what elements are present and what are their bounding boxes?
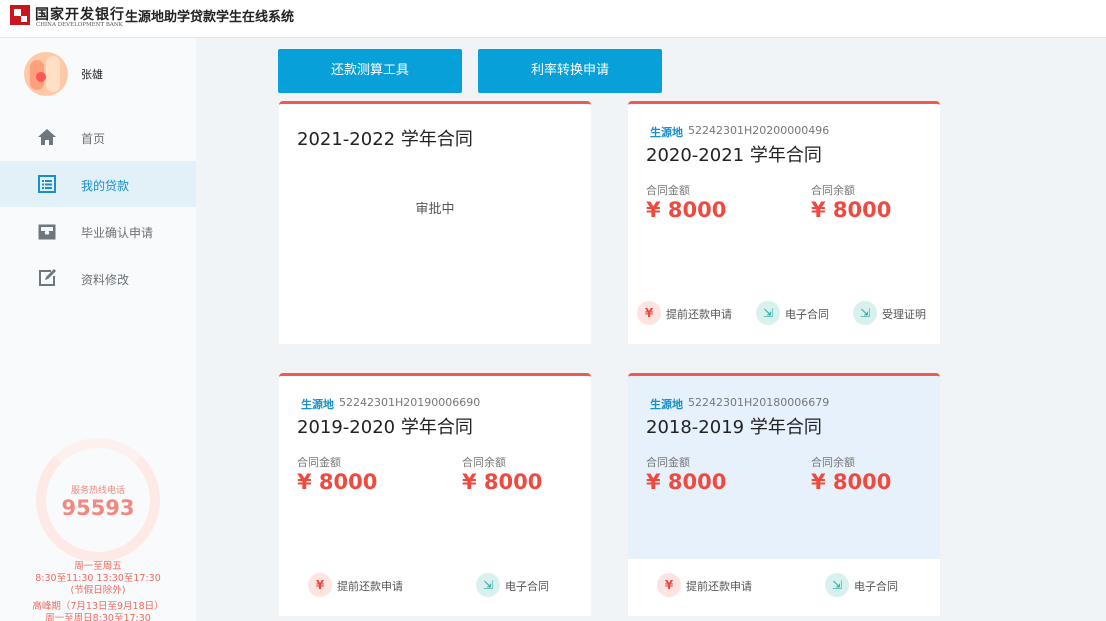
receipt-button[interactable]: ⇲ 受理证明: [853, 301, 931, 325]
yen-icon: ¥: [637, 301, 661, 325]
action-label: 电子合同: [854, 580, 898, 593]
service-hours-line: (节假日除外): [70, 585, 126, 596]
amount-label: 合同金额: [646, 456, 690, 469]
sidebar-item-label: 我的贷款: [81, 179, 130, 193]
action-label: 提前还款申请: [686, 580, 752, 593]
sidebar-item-label: 首页: [81, 132, 106, 146]
card-body: 生源地 52242301H20200000496 2020-2021 学年合同 …: [628, 104, 940, 287]
action-label: 提前还款申请: [337, 580, 403, 593]
balance-label: 合同余额: [462, 456, 506, 469]
source-tag: 生源地: [650, 398, 683, 411]
document-icon: ⇲: [825, 573, 849, 597]
sidebar-item-home[interactable]: 首页: [0, 114, 196, 160]
bank-name-en: CHINA DEVELOPMENT BANK: [36, 22, 123, 28]
e-contract-button[interactable]: ⇲ 电子合同: [756, 301, 832, 325]
contract-card[interactable]: 生源地 52242301H20200000496 2020-2021 学年合同 …: [628, 101, 940, 344]
balance-value: ¥ 8000: [462, 470, 543, 494]
e-contract-button[interactable]: ⇲ 电子合同: [476, 573, 552, 597]
early-repay-button[interactable]: ¥ 提前还款申请: [657, 573, 757, 597]
sidebar-item-label: 资料修改: [81, 273, 130, 287]
hotline-label: 服务热线电话: [70, 486, 125, 496]
source-tag: 生源地: [650, 126, 683, 139]
avatar[interactable]: [24, 52, 68, 96]
balance-label: 合同余额: [811, 184, 855, 197]
contract-year: 2020-2021 学年合同: [646, 145, 822, 166]
sidebar-item-label: 毕业确认申请: [81, 226, 154, 240]
early-repay-button[interactable]: ¥ 提前还款申请: [637, 301, 737, 325]
document-icon: ⇲: [476, 573, 500, 597]
contract-card[interactable]: 生源地 52242301H20190006690 2019-2020 学年合同 …: [279, 373, 591, 616]
action-label: 提前还款申请: [666, 308, 732, 321]
contract-card[interactable]: 生源地 52242301H20180006679 2018-2019 学年合同 …: [628, 373, 940, 616]
action-label: 电子合同: [785, 308, 829, 321]
list-icon: [38, 175, 56, 193]
sidebar: 张雄 首页 我的贷款 毕业确认申请 资料修改 服务热线电话 95593 周一至周…: [0, 38, 196, 621]
bank-logo-icon: [10, 5, 30, 25]
card-body: 生源地 52242301H20180006679 2018-2019 学年合同 …: [628, 376, 940, 559]
system-title: 生源地助学贷款学生在线系统: [125, 10, 295, 25]
amount-value: ¥ 8000: [297, 470, 378, 494]
service-hours-line: 周一至周日8:30至17:30: [45, 613, 151, 621]
contract-card[interactable]: 2021-2022 学年合同 审批中: [279, 101, 591, 344]
early-repay-button[interactable]: ¥ 提前还款申请: [308, 573, 408, 597]
repay-calc-button[interactable]: 还款测算工具: [278, 49, 462, 93]
action-label: 受理证明: [882, 308, 926, 321]
top-bar: 国家开发银行 CHINA DEVELOPMENT BANK 生源地助学贷款学生在…: [0, 0, 1106, 38]
card-body: 2021-2022 学年合同 审批中: [279, 104, 591, 287]
home-icon: [38, 129, 56, 145]
amount-value: ¥ 8000: [646, 470, 727, 494]
card-body: 生源地 52242301H20190006690 2019-2020 学年合同 …: [279, 376, 591, 559]
document-icon: ⇲: [853, 301, 877, 325]
amount-value: ¥ 8000: [646, 198, 727, 222]
status-text: 审批中: [415, 202, 455, 217]
rate-switch-button[interactable]: 利率转换申请: [478, 49, 662, 93]
amount-label: 合同金额: [646, 184, 690, 197]
user-name: 张雄: [81, 68, 103, 81]
sidebar-item-my-loans[interactable]: 我的贷款: [0, 161, 196, 207]
document-icon: ⇲: [756, 301, 780, 325]
contract-year: 2021-2022 学年合同: [297, 129, 473, 150]
action-label: 电子合同: [505, 580, 549, 593]
balance-value: ¥ 8000: [811, 470, 892, 494]
contract-code: 52242301H20200000496: [688, 124, 830, 137]
amount-label: 合同金额: [297, 456, 341, 469]
contract-year: 2018-2019 学年合同: [646, 417, 822, 438]
bank-name-cn: 国家开发银行: [35, 7, 125, 23]
contract-year: 2019-2020 学年合同: [297, 417, 473, 438]
balance-value: ¥ 8000: [811, 198, 892, 222]
balance-label: 合同余额: [811, 456, 855, 469]
sidebar-item-graduation[interactable]: 毕业确认申请: [0, 208, 196, 254]
yen-icon: ¥: [657, 573, 681, 597]
contract-code: 52242301H20190006690: [339, 396, 481, 409]
inbox-icon: [38, 224, 56, 240]
edit-icon: [39, 269, 56, 286]
sidebar-item-profile-edit[interactable]: 资料修改: [0, 255, 196, 301]
e-contract-button[interactable]: ⇲ 电子合同: [825, 573, 901, 597]
hotline-number: 95593: [61, 496, 135, 520]
source-tag: 生源地: [301, 398, 334, 411]
contract-code: 52242301H20180006679: [688, 396, 830, 409]
yen-icon: ¥: [308, 573, 332, 597]
